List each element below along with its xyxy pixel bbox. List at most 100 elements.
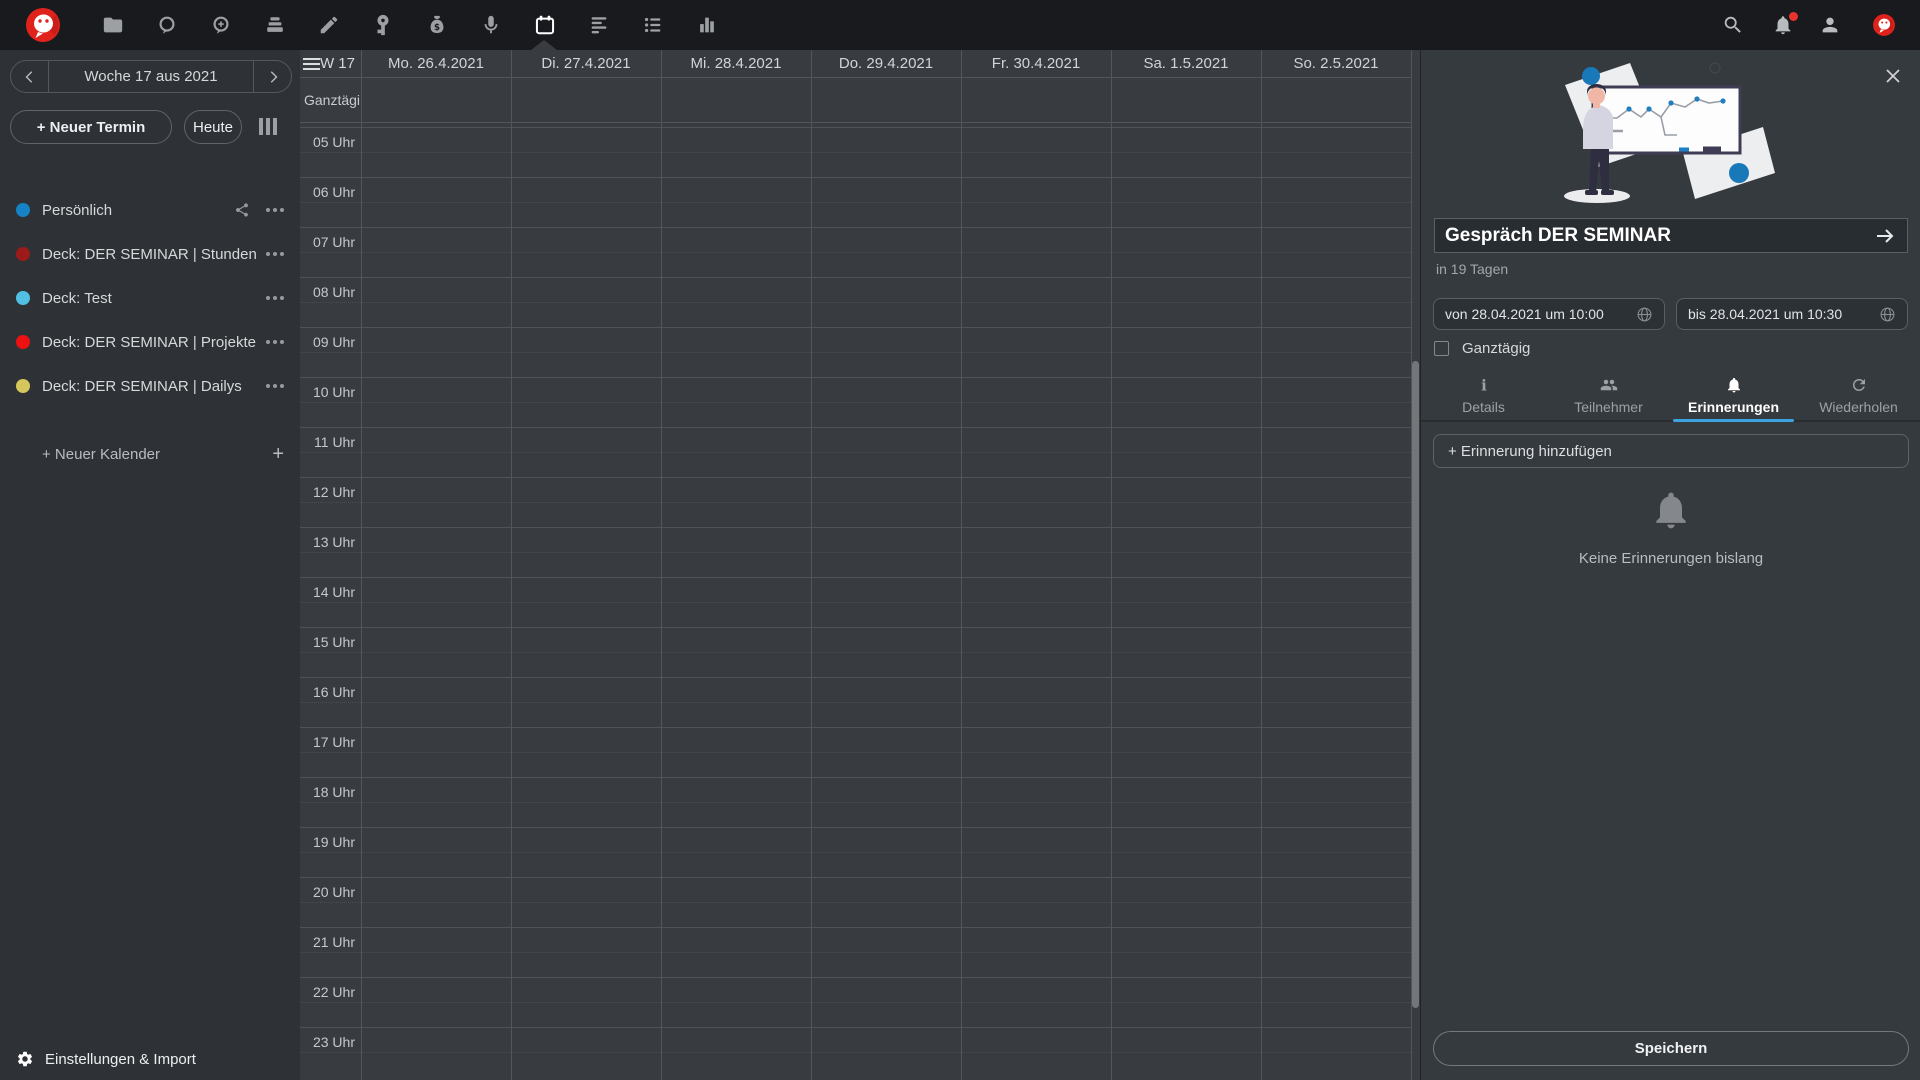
more-menu-icon[interactable]: [266, 292, 284, 304]
notification-bell-icon[interactable]: [1770, 0, 1798, 50]
key-icon[interactable]: [356, 0, 410, 50]
tab-erinnerungen[interactable]: Erinnerungen: [1671, 370, 1796, 422]
hour-row[interactable]: 15 Uhr: [300, 627, 1411, 677]
next-week-button[interactable]: [253, 61, 291, 92]
event-tabs: i Details Teilnehmer Erinnerungen Wieder…: [1421, 370, 1920, 422]
menu-icon[interactable]: [303, 58, 320, 70]
start-datetime-input[interactable]: von 28.04.2021 um 10:00: [1433, 298, 1665, 330]
user-avatar[interactable]: [1867, 0, 1901, 50]
logo-icon[interactable]: [25, 7, 61, 43]
hour-label: 22 Uhr: [312, 984, 355, 1000]
hour-row[interactable]: 10 Uhr: [300, 377, 1411, 427]
bell-icon: [1727, 377, 1740, 392]
calendar-list-item[interactable]: Deck: DER SEMINAR | Projekte: [0, 320, 300, 364]
hour-label: 11 Uhr: [314, 434, 355, 450]
tab-label: Erinnerungen: [1687, 398, 1779, 415]
hour-label: 15 Uhr: [312, 634, 355, 650]
more-menu-icon[interactable]: [266, 248, 284, 260]
day-header: Do. 29.4.2021: [838, 55, 934, 72]
hour-row[interactable]: 18 Uhr: [300, 777, 1411, 827]
settings-import-button[interactable]: Einstellungen & Import: [0, 1038, 300, 1080]
folder-icon[interactable]: [86, 0, 140, 50]
previous-week-button[interactable]: [11, 61, 49, 92]
hour-row[interactable]: 11 Uhr: [300, 427, 1411, 477]
day-header: Fr. 30.4.2021: [991, 55, 1081, 72]
svg-text:i: i: [1481, 376, 1487, 394]
calendar-list-item[interactable]: Persönlich: [0, 188, 300, 232]
week-nav-label[interactable]: Woche 17 aus 2021: [49, 68, 253, 85]
allday-toggle[interactable]: Ganztägig: [1434, 340, 1530, 357]
contacts-icon[interactable]: [1818, 0, 1842, 50]
more-menu-icon[interactable]: [266, 336, 284, 348]
deck-icon[interactable]: [248, 0, 302, 50]
day-header: So. 2.5.2021: [1293, 55, 1379, 72]
hour-row[interactable]: 07 Uhr: [300, 227, 1411, 277]
text-align-icon[interactable]: [572, 0, 626, 50]
hour-row[interactable]: 13 Uhr: [300, 527, 1411, 577]
hour-row[interactable]: 21 Uhr: [300, 927, 1411, 977]
column-divider: [811, 50, 812, 1080]
hour-row[interactable]: 06 Uhr: [300, 177, 1411, 227]
repeat-icon: [1852, 378, 1865, 391]
end-datetime-input[interactable]: bis 28.04.2021 um 10:30: [1676, 298, 1908, 330]
date-inputs: von 28.04.2021 um 10:00 bis 28.04.2021 u…: [1433, 298, 1908, 330]
hour-row[interactable]: 16 Uhr: [300, 677, 1411, 727]
speech-bubble-icon[interactable]: [140, 0, 194, 50]
close-icon[interactable]: [1882, 65, 1904, 87]
hour-row[interactable]: 19 Uhr: [300, 827, 1411, 877]
grid-scrollbar[interactable]: [1412, 361, 1419, 1008]
hour-row[interactable]: 09 Uhr: [300, 327, 1411, 377]
hour-row[interactable]: 05 Uhr: [300, 127, 1411, 177]
hour-label: 21 Uhr: [312, 934, 355, 950]
allday-checkbox[interactable]: [1434, 341, 1449, 356]
view-columns-icon[interactable]: [259, 118, 277, 135]
event-title-input[interactable]: Gespräch DER SEMINAR: [1434, 218, 1908, 253]
calendar-sidebar: Woche 17 aus 2021 + Neuer Termin Heute P…: [0, 50, 300, 1080]
checklist-icon[interactable]: [626, 0, 680, 50]
pencil-icon[interactable]: [302, 0, 356, 50]
column-divider: [1261, 50, 1262, 1080]
hour-row[interactable]: 22 Uhr: [300, 977, 1411, 1027]
hour-row[interactable]: 14 Uhr: [300, 577, 1411, 627]
day-header: Sa. 1.5.2021: [1143, 55, 1229, 72]
hour-label: 07 Uhr: [312, 234, 355, 250]
tab-teilnehmer[interactable]: Teilnehmer: [1546, 370, 1671, 420]
time-grid[interactable]: 05 Uhr 06 Uhr 07 Uhr 08 Uhr 09 Uhr 10 Uh…: [300, 127, 1411, 1080]
new-calendar-button[interactable]: + Neuer Kalender +: [0, 436, 300, 472]
calendar-list-item[interactable]: Deck: DER SEMINAR | Stunden: [0, 232, 300, 276]
allday-row[interactable]: Ganztägig: [300, 78, 1411, 123]
globe-icon[interactable]: [1879, 306, 1896, 323]
tab-details[interactable]: i Details: [1421, 370, 1546, 420]
microphone-icon[interactable]: [464, 0, 518, 50]
more-menu-icon[interactable]: [266, 204, 284, 216]
save-button[interactable]: Speichern: [1433, 1031, 1909, 1066]
more-menu-icon[interactable]: [266, 380, 284, 392]
money-bag-icon[interactable]: $: [410, 0, 464, 50]
speech-bubble-plus-icon[interactable]: [194, 0, 248, 50]
hour-row[interactable]: 23 Uhr: [300, 1027, 1411, 1077]
calendar-color-dot: [16, 379, 30, 393]
calendar-list-item[interactable]: Deck: DER SEMINAR | Dailys: [0, 364, 300, 408]
notification-dot: [1789, 12, 1798, 21]
hour-row[interactable]: 20 Uhr: [300, 877, 1411, 927]
week-number-cell: W 17: [300, 50, 361, 77]
hour-row[interactable]: 12 Uhr: [300, 477, 1411, 527]
add-reminder-button[interactable]: + Erinnerung hinzufügen: [1433, 434, 1909, 468]
week-grid: W 17 Mo. 26.4.2021 Di. 27.4.2021 Mi. 28.…: [300, 50, 1420, 1080]
new-event-button[interactable]: + Neuer Termin: [10, 110, 172, 144]
forward-arrow-icon[interactable]: [1873, 224, 1897, 248]
bar-chart-icon[interactable]: [680, 0, 734, 50]
today-button[interactable]: Heute: [184, 110, 242, 144]
hour-row[interactable]: 17 Uhr: [300, 727, 1411, 777]
search-icon[interactable]: [1721, 0, 1745, 50]
tab-wiederholen[interactable]: Wiederholen: [1796, 370, 1920, 420]
hour-row[interactable]: 08 Uhr: [300, 277, 1411, 327]
calendar-label: Persönlich: [42, 201, 113, 219]
app-launcher: $: [86, 0, 734, 50]
calendar-list-item[interactable]: Deck: Test: [0, 276, 300, 320]
share-icon[interactable]: [234, 202, 250, 218]
grid-header-row: W 17 Mo. 26.4.2021 Di. 27.4.2021 Mi. 28.…: [300, 50, 1411, 78]
globe-icon[interactable]: [1636, 306, 1653, 323]
hour-label: 18 Uhr: [312, 784, 355, 800]
week-navigation: Woche 17 aus 2021: [10, 60, 292, 93]
